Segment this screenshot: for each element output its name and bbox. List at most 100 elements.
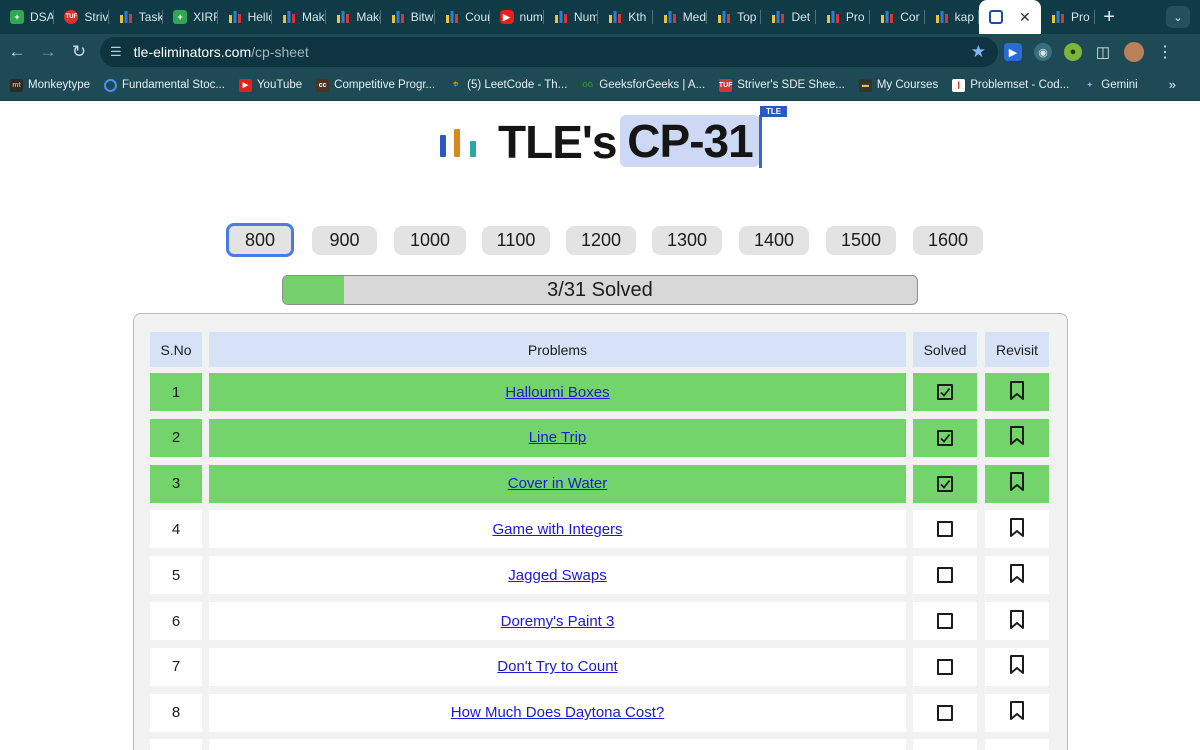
solved-cell (913, 556, 977, 595)
unchecked-checkbox[interactable] (937, 613, 953, 629)
youtube-icon: ▶ (499, 10, 514, 24)
bookmark-item[interactable]: Fundamental Stoc... (104, 78, 225, 92)
tab[interactable]: Det (761, 0, 816, 34)
extension-icon[interactable]: ◉ (1034, 43, 1052, 61)
rating-button-1500[interactable]: 1500 (826, 226, 896, 255)
new-tab-plus-icon[interactable]: + (1103, 6, 1115, 29)
tab[interactable]: Count (435, 0, 490, 34)
bookmark-icon[interactable] (1009, 380, 1025, 404)
bookmark-icon[interactable] (1009, 517, 1025, 541)
bookmark-item[interactable]: TUF Striver's SDE Shee... (719, 78, 845, 92)
url-path: /cp-sheet (251, 44, 309, 60)
tab[interactable]: TUF Striver (54, 0, 109, 34)
address-bar[interactable]: ☰ tle-eliminators.com/cp-sheet ★ (100, 37, 998, 67)
rating-button-800[interactable]: 800 (226, 223, 294, 257)
tab-label: Top (737, 10, 757, 24)
extension-icon[interactable]: ▶ (1004, 43, 1022, 61)
rating-button-1000[interactable]: 1000 (394, 226, 466, 255)
codeforces-icon (771, 10, 785, 24)
close-icon[interactable]: ✕ (1019, 9, 1031, 26)
forward-arrow-icon[interactable]: → (34, 42, 62, 62)
rating-button-1300[interactable]: 1300 (652, 226, 722, 255)
bookmark-item[interactable]: mt Monkeytype (10, 78, 90, 92)
bookmark-item[interactable]: ⯐ (5) LeetCode - Th... (449, 79, 567, 92)
tab[interactable]: + XIRR (163, 0, 218, 34)
tab[interactable]: + DSA (0, 0, 55, 34)
circle-icon (104, 78, 118, 92)
rating-button-900[interactable]: 900 (312, 226, 377, 255)
bookmark-item[interactable]: ▶ YouTube (238, 78, 302, 92)
tab-label: kap (954, 10, 974, 24)
codeforces-icon (663, 10, 677, 24)
checked-checkbox[interactable] (937, 384, 953, 400)
menu-kebab-icon[interactable]: ⋮ (1156, 43, 1174, 61)
more-bookmarks-icon[interactable]: » (1169, 77, 1176, 92)
site-info-icon[interactable]: ☰ (110, 44, 122, 60)
tab[interactable]: Kth (598, 0, 653, 34)
tab[interactable]: kap (925, 0, 980, 34)
bookmark-item[interactable]: cc Competitive Progr... (316, 78, 435, 92)
bookmark-item[interactable]: ❙ Problemset - Cod... (952, 78, 1069, 92)
course-icon: ▬ (858, 78, 872, 92)
problem-link[interactable]: Cover in Water (508, 475, 607, 492)
bookmark-item[interactable]: ✦ Gemini (1083, 79, 1138, 92)
bookmark-icon[interactable] (1009, 609, 1025, 633)
problem-link[interactable]: Halloumi Boxes (505, 384, 609, 401)
unchecked-checkbox[interactable] (937, 658, 953, 675)
tab[interactable]: Task (109, 0, 164, 34)
rating-button-1100[interactable]: 1100 (482, 226, 550, 255)
lc-icon: ⯐ (453, 80, 459, 88)
tab-search-chevron-icon[interactable]: ⌄ (1166, 6, 1190, 28)
tab[interactable]: Number (544, 0, 599, 34)
back-arrow-icon[interactable]: ← (3, 42, 31, 62)
tab[interactable]: Cor (870, 0, 925, 34)
logo-bar (454, 129, 460, 157)
codeforces-icon (608, 10, 622, 24)
problem-link[interactable]: Jagged Swaps (508, 567, 606, 584)
bookmark-icon[interactable] (1009, 701, 1025, 724)
problem-cell: Game with Integers (209, 510, 906, 549)
tab[interactable]: Pro (1041, 0, 1096, 34)
tab[interactable]: Hello (218, 0, 272, 34)
tab-active[interactable]: ✕ (979, 0, 1042, 34)
bookmark-icon[interactable] (1009, 426, 1025, 449)
tab[interactable]: Top (707, 0, 762, 34)
problem-link[interactable]: Doremy's Paint 3 (501, 613, 615, 630)
revisit-cell (985, 373, 1049, 411)
rating-button-1400[interactable]: 1400 (739, 226, 809, 255)
avatar[interactable] (1124, 42, 1144, 62)
bookmark-item[interactable]: ▬ My Courses (858, 78, 938, 92)
puzzle-icon[interactable]: ◫ (1094, 43, 1112, 61)
bookmark-star-icon[interactable]: ★ (971, 42, 986, 62)
bookmark-label: Gemini (1101, 79, 1138, 91)
tab-label: XIRR (193, 10, 218, 24)
sheets-icon: + (173, 10, 188, 24)
tab[interactable]: Make (272, 0, 327, 34)
bookmark-icon[interactable] (1009, 563, 1025, 587)
bookmark-icon[interactable] (1009, 655, 1025, 678)
tab-label: Make (301, 10, 326, 24)
tab[interactable]: ▶ number (490, 0, 544, 34)
unchecked-checkbox[interactable] (937, 704, 953, 721)
checked-checkbox[interactable] (937, 429, 953, 446)
extension-icon[interactable]: ● (1064, 43, 1082, 61)
problem-link[interactable]: Game with Integers (492, 521, 622, 538)
problem-link[interactable]: Don't Try to Count (497, 658, 617, 675)
rating-button-1600[interactable]: 1600 (913, 226, 983, 255)
tab[interactable]: Bitwise (381, 0, 436, 34)
gemini-icon: ✦ (1086, 82, 1093, 89)
gfg-icon: GG (582, 81, 594, 89)
bookmark-item[interactable]: GG GeeksforGeeks | A... (581, 79, 705, 92)
unchecked-checkbox[interactable] (937, 521, 953, 538)
checked-checkbox[interactable] (937, 475, 953, 492)
problem-link[interactable]: Line Trip (529, 429, 587, 446)
tab[interactable]: Make (326, 0, 381, 34)
reload-icon[interactable]: ↻ (65, 42, 93, 62)
bookmark-icon[interactable] (1009, 472, 1025, 495)
rating-button-1200[interactable]: 1200 (566, 226, 636, 255)
problem-link[interactable]: How Much Does Daytona Cost? (451, 704, 664, 721)
tab[interactable]: Medium (653, 0, 708, 34)
unchecked-checkbox[interactable] (937, 567, 953, 584)
tab[interactable]: Pro (816, 0, 871, 34)
solved-cell (913, 602, 977, 640)
